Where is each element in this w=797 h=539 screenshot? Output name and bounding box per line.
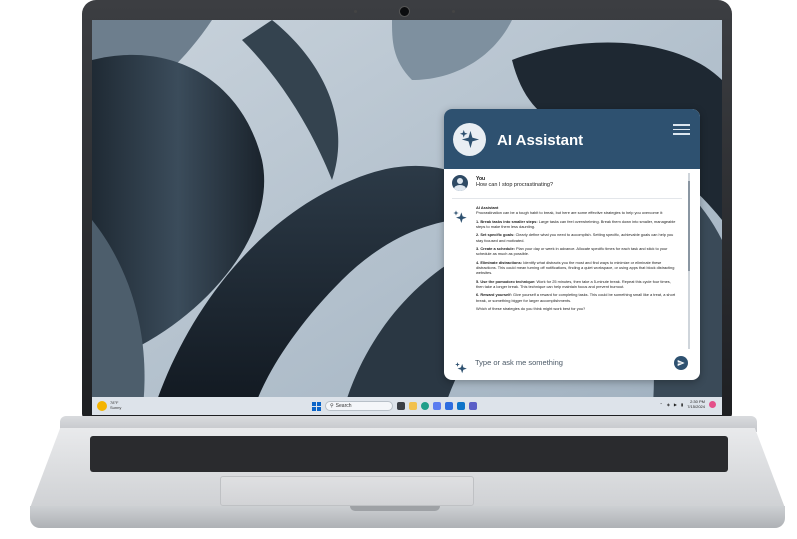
copilot-icon[interactable]: [433, 402, 441, 410]
ai-assistant-panel: AI Assistant You How can I stop procrast…: [444, 109, 700, 380]
assistant-message: AI Assistant Procrastination can be a to…: [476, 205, 677, 315]
user-message-text: How can I stop procrastinating?: [476, 182, 554, 188]
taskbar-search[interactable]: ⚲ Search: [325, 401, 393, 411]
chat-scrollbar[interactable]: [688, 173, 690, 349]
chat-input[interactable]: Type or ask me something: [450, 357, 694, 377]
tip-item: 1. Break tasks into smaller steps: Large…: [476, 218, 676, 229]
divider: [452, 198, 682, 199]
touchpad: [220, 476, 474, 506]
assistant-closing: Which of these strategies do you think m…: [476, 306, 586, 312]
assistant-logo: [453, 123, 486, 156]
store-icon[interactable]: [445, 402, 453, 410]
start-button[interactable]: [312, 401, 321, 411]
taskbar: 78°F Sunny ⚲ Search ⌃ ◈ ▶ ▮ 2:30 PM 7/15…: [92, 397, 722, 415]
tip-item: 5. Use the pomodoro technique: Work for …: [476, 278, 671, 289]
chevron-up-icon[interactable]: ⌃: [659, 402, 662, 407]
sparkle-icon: [455, 362, 467, 374]
tip-item: 6. Reward yourself: Give yourself a rewa…: [476, 292, 676, 303]
tip-item: 2. Set specific goals: Clearly define wh…: [476, 232, 674, 243]
chat-area: You How can I stop procrastinating? AI A…: [444, 169, 700, 355]
keyboard: [90, 436, 728, 472]
weather-desc: Sunny: [110, 405, 122, 410]
task-view-icon[interactable]: [397, 402, 405, 410]
wifi-icon[interactable]: ◈: [667, 402, 670, 407]
sensor-dot: [354, 10, 357, 13]
file-explorer-icon[interactable]: [409, 402, 417, 410]
tip-item: 4. Eliminate distractions: Identify what…: [476, 259, 675, 276]
edge-icon[interactable]: [421, 402, 429, 410]
scroll-thumb[interactable]: [688, 181, 690, 271]
webcam: [399, 6, 410, 17]
search-icon: ⚲: [330, 403, 334, 409]
speaker-icon[interactable]: ▶: [674, 402, 677, 407]
menu-icon[interactable]: [673, 124, 690, 135]
system-tray: ⌃ ◈ ▶ ▮ 2:30 PM 7/15/2024: [659, 399, 716, 409]
clock-date: 7/15/2024: [687, 404, 705, 409]
send-icon: [677, 360, 685, 366]
user-avatar: [452, 175, 468, 191]
teams-icon[interactable]: [469, 402, 477, 410]
notification-icon[interactable]: [709, 400, 716, 408]
screen: AI Assistant You How can I stop procrast…: [92, 20, 722, 415]
taskbar-apps: ⚲ Search: [312, 400, 477, 412]
sparkle-icon: [459, 129, 480, 149]
search-label: Search: [335, 403, 352, 409]
panel-header: AI Assistant: [444, 109, 700, 169]
tip-item: 3. Create a schedule: Plan your day or w…: [476, 246, 668, 257]
assistant-intro: Procrastination can be a tough habit to …: [476, 210, 664, 216]
battery-icon[interactable]: ▮: [681, 402, 683, 407]
input-placeholder[interactable]: Type or ask me something: [475, 358, 563, 367]
weather-widget[interactable]: 78°F Sunny: [110, 400, 121, 410]
sensor-dot: [452, 10, 455, 13]
assistant-sparkle-icon: [453, 210, 467, 223]
mail-icon[interactable]: [457, 402, 465, 410]
panel-title: AI Assistant: [497, 132, 584, 149]
clock[interactable]: 2:30 PM 7/15/2024: [687, 399, 705, 409]
send-button[interactable]: [674, 356, 688, 370]
sun-icon[interactable]: [97, 401, 107, 411]
lid-notch: [350, 506, 440, 511]
